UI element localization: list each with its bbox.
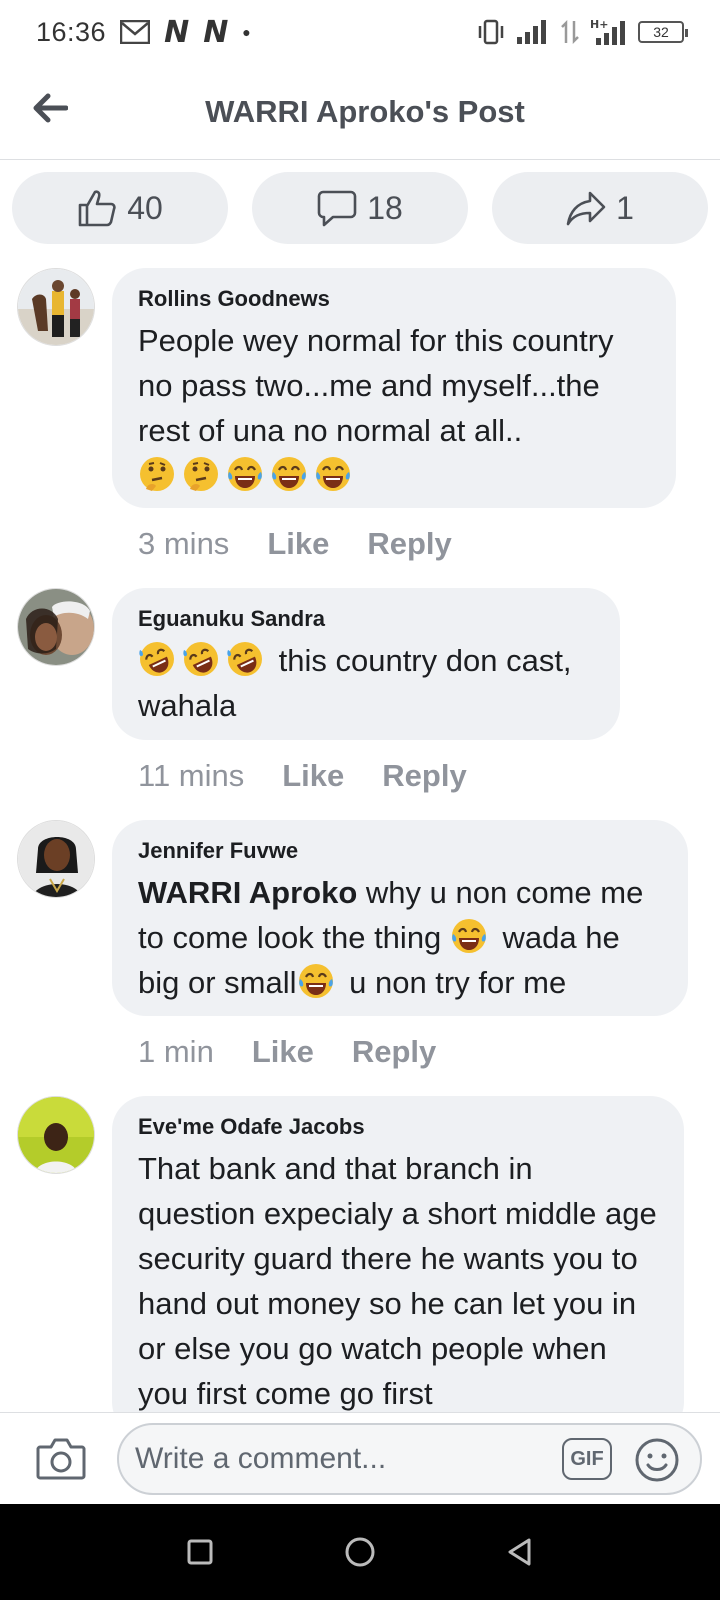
gif-button[interactable]: GIF — [562, 1438, 612, 1480]
signal-icon — [516, 19, 550, 45]
camera-icon — [36, 1438, 86, 1480]
tears-of-joy-emoji — [270, 455, 308, 493]
share-arrow-icon — [566, 191, 606, 226]
recents-square-icon — [187, 1539, 213, 1565]
comment-bubble: Eguanuku Sandra this country don cast, w… — [112, 588, 620, 740]
svg-text:H+: H+ — [590, 18, 608, 31]
emoji-button[interactable] — [634, 1437, 680, 1483]
comment-text: People wey normal for this country no pa… — [138, 323, 614, 448]
like-comment-button[interactable]: Like — [252, 1034, 314, 1070]
gmail-icon — [120, 20, 151, 44]
home-circle-icon — [345, 1537, 375, 1567]
comment-text: u non try for me — [340, 965, 567, 1000]
back-triangle-icon — [508, 1538, 531, 1566]
battery-icon: 32 — [638, 21, 688, 43]
reply-comment-button[interactable]: Reply — [367, 526, 451, 562]
page-title: WARRI Aproko's Post — [205, 93, 525, 129]
comment-text: That bank and that branch in question ex… — [138, 1151, 657, 1411]
comment-time: 11 mins — [138, 758, 245, 793]
notification-n-icon: N — [203, 14, 229, 50]
status-bar: 16:36 N N ● H+ 32 — [0, 0, 720, 64]
tears-of-joy-emoji — [226, 455, 264, 493]
comment-bubble-icon — [317, 190, 357, 227]
status-time: 16:36 — [36, 16, 107, 47]
comment-compose-bar: Write a comment... GIF — [0, 1412, 720, 1504]
camera-button[interactable] — [36, 1435, 86, 1481]
back-nav-button[interactable] — [500, 1532, 540, 1572]
comment-bubble: Jennifer Fuvwe WARRI Aproko why u non co… — [112, 820, 688, 1016]
more-notifications-icon: ● — [242, 24, 251, 40]
avatar[interactable] — [17, 1096, 95, 1174]
comment-meta: 11 mins Like Reply — [138, 758, 467, 794]
system-navigation-bar — [0, 1504, 720, 1600]
share-button[interactable]: 1 — [492, 172, 708, 244]
tears-of-joy-emoji — [314, 455, 352, 493]
comment-author[interactable]: Jennifer Fuvwe — [138, 838, 662, 864]
comment-time: 1 min — [138, 1034, 214, 1069]
vibrate-icon — [476, 19, 506, 45]
like-comment-button[interactable]: Like — [267, 526, 329, 562]
thinking-face-emoji — [182, 455, 220, 493]
like-count: 40 — [127, 189, 163, 226]
reply-comment-button[interactable]: Reply — [352, 1034, 436, 1070]
comment-button[interactable]: 18 — [252, 172, 468, 244]
post-header: WARRI Aproko's Post — [0, 64, 720, 160]
comment-author[interactable]: Eve'me Odafe Jacobs — [138, 1114, 658, 1140]
comment-meta: 1 min Like Reply — [138, 1034, 436, 1070]
comments-list: Rollins Goodnews People wey normal for t… — [0, 268, 720, 1412]
avatar[interactable] — [17, 588, 95, 666]
rolling-laughing-emoji — [138, 640, 176, 678]
tears-of-joy-emoji — [450, 917, 488, 955]
comment-meta: 3 mins Like Reply — [138, 526, 452, 562]
tears-of-joy-emoji — [297, 962, 335, 1000]
data-transfer-icon — [560, 19, 580, 45]
avatar[interactable] — [17, 820, 95, 898]
rolling-laughing-emoji — [226, 640, 264, 678]
comment-bubble: Eve'me Odafe Jacobs That bank and that b… — [112, 1096, 684, 1412]
smiley-icon — [635, 1438, 679, 1482]
mention-link[interactable]: WARRI Aproko — [138, 875, 357, 910]
like-button[interactable]: 40 — [12, 172, 228, 244]
thinking-face-emoji — [138, 455, 176, 493]
comment-count: 18 — [367, 189, 403, 226]
signal-icon: H+ — [590, 18, 628, 46]
comment-time: 3 mins — [138, 526, 230, 561]
comment-author[interactable]: Eguanuku Sandra — [138, 606, 594, 632]
share-count: 1 — [616, 189, 634, 226]
comment-bubble: Rollins Goodnews People wey normal for t… — [112, 268, 676, 508]
comment-author[interactable]: Rollins Goodnews — [138, 286, 650, 312]
reply-comment-button[interactable]: Reply — [382, 758, 466, 794]
home-button[interactable] — [340, 1532, 380, 1572]
recents-button[interactable] — [180, 1532, 220, 1572]
notification-n-icon: N — [164, 14, 190, 50]
avatar[interactable] — [17, 268, 95, 346]
post-actions: 40 18 1 — [12, 172, 708, 244]
comment-input[interactable]: Write a comment... — [117, 1423, 702, 1495]
thumbs-up-icon — [78, 190, 116, 227]
rolling-laughing-emoji — [182, 640, 220, 678]
like-comment-button[interactable]: Like — [282, 758, 344, 794]
